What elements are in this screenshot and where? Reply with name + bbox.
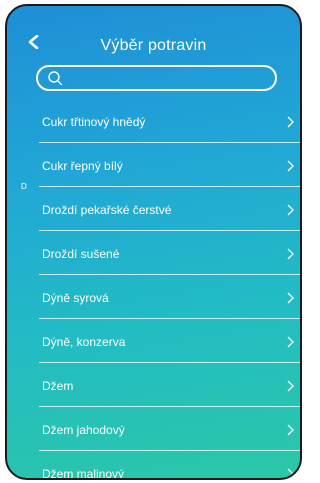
list-item[interactable]: Droždí pekařské čerstvé — [39, 187, 300, 231]
chevron-right-icon — [287, 424, 294, 436]
search-input[interactable] — [68, 69, 268, 87]
page-title: Výběr potravin — [100, 37, 207, 54]
list-item-label: Cukr řepný bílý — [42, 159, 123, 173]
chevron-right-icon — [287, 292, 294, 304]
list-item[interactable]: Džem jahodový — [39, 407, 300, 451]
list-item-label: Džem malinový — [42, 467, 125, 480]
chevron-right-icon — [287, 336, 294, 348]
list-item-label: Droždí pekařské čerstvé — [42, 203, 172, 217]
chevron-right-icon — [287, 204, 294, 216]
list-item-label: Dýně syrová — [42, 291, 109, 305]
list-item-label: Džem jahodový — [42, 423, 125, 437]
chevron-right-icon — [287, 468, 294, 478]
list-item[interactable]: Džem — [39, 363, 300, 407]
list-item-label: Droždí sušené — [42, 247, 120, 261]
search-icon — [48, 71, 63, 86]
chevron-right-icon — [287, 160, 294, 172]
list-item-label: Dýně, konzerva — [42, 335, 126, 349]
list-item-label: Cukr třtinový hnědý — [42, 115, 146, 129]
list-item[interactable]: Džem malinový — [39, 451, 300, 480]
list-item[interactable]: Cukr řepný bílý — [39, 143, 300, 187]
list-item[interactable]: Dýně syrová — [39, 275, 300, 319]
chevron-right-icon — [287, 380, 294, 392]
list-item-label: Džem — [42, 379, 74, 393]
header: Výběr potravin — [7, 6, 300, 58]
chevron-right-icon — [287, 116, 294, 128]
list-item[interactable]: Dýně, konzerva — [39, 319, 300, 363]
list-item[interactable]: Droždí sušené — [39, 231, 300, 275]
alphabet-index-letter[interactable]: D — [21, 182, 27, 192]
food-list: Cukr třtinový hnědý Cukr řepný bílý Drož… — [39, 99, 300, 480]
phone-frame: Výběr potravin D Cukr třtinový hnědý Cuk… — [5, 4, 302, 480]
chevron-right-icon — [287, 248, 294, 260]
list-item[interactable]: Cukr třtinový hnědý — [39, 99, 300, 143]
search-box[interactable] — [36, 65, 277, 91]
